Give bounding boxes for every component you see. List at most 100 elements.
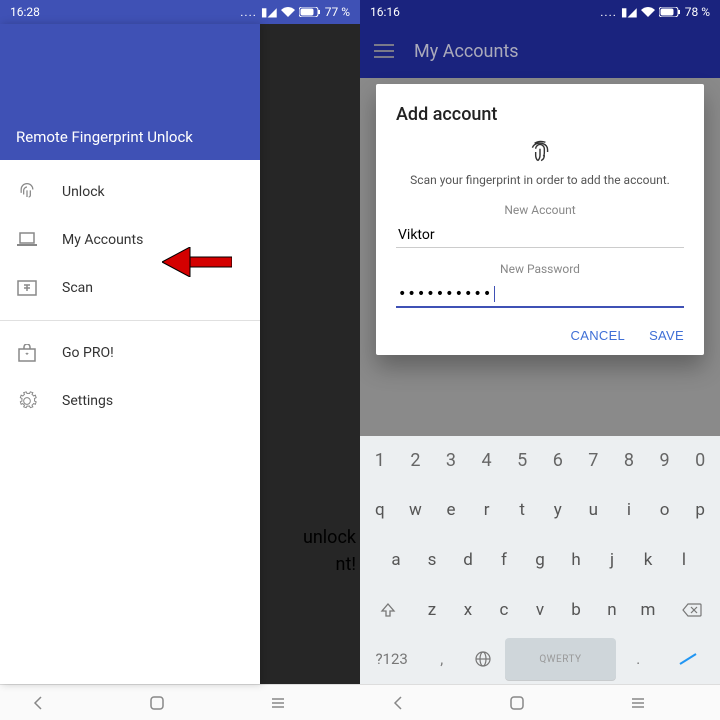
laptop-icon — [16, 229, 38, 251]
key-n[interactable]: n — [596, 589, 628, 631]
nav-home[interactable] — [510, 696, 570, 710]
app-title: Remote Fingerprint Unlock — [16, 128, 193, 146]
battery-icon — [299, 7, 321, 17]
nav-back[interactable] — [30, 695, 90, 711]
space-key[interactable]: QWERTY — [505, 638, 616, 680]
battery-icon — [659, 7, 681, 17]
wifi-icon — [641, 7, 655, 17]
menu-label: My Accounts — [62, 232, 143, 248]
status-icons: .... ▮◢ 77 % — [240, 5, 350, 19]
menu-label: Settings — [62, 393, 113, 409]
status-time: 16:28 — [10, 5, 40, 19]
key-k[interactable]: k — [632, 539, 664, 581]
key-6[interactable]: 6 — [542, 440, 574, 482]
password-label: New Password — [396, 262, 684, 276]
key-d[interactable]: d — [452, 539, 484, 581]
menu-item-go-pro[interactable]: Go PRO! — [0, 329, 260, 377]
key-q[interactable]: q — [364, 490, 396, 532]
key-g[interactable]: g — [524, 539, 556, 581]
shop-icon — [16, 342, 38, 364]
phone-left: 16:28 .... ▮◢ 77 % Remote Fingerprint Un… — [0, 0, 360, 720]
key-j[interactable]: j — [596, 539, 628, 581]
status-icons: .... ▮◢ 78 % — [600, 5, 710, 19]
hamburger-icon[interactable] — [374, 44, 394, 58]
account-label: New Account — [396, 203, 684, 217]
drawer-header: Remote Fingerprint Unlock — [0, 24, 260, 160]
period-key[interactable]: . — [620, 638, 657, 680]
save-button[interactable]: SAVE — [649, 328, 684, 343]
background-text: unlock nt! — [270, 524, 360, 578]
menu-label: Go PRO! — [62, 345, 114, 361]
key-r[interactable]: r — [471, 490, 503, 532]
symbol-key[interactable]: ?123 — [364, 638, 419, 680]
scan-icon — [16, 277, 38, 299]
key-c[interactable]: c — [488, 589, 520, 631]
key-0[interactable]: 0 — [684, 440, 716, 482]
gear-icon — [16, 390, 38, 412]
key-x[interactable]: x — [452, 589, 484, 631]
content-scrim: Add account Scan your fingerprint in ord… — [360, 78, 720, 436]
key-e[interactable]: e — [435, 490, 467, 532]
key-z[interactable]: z — [416, 589, 448, 631]
key-a[interactable]: a — [380, 539, 412, 581]
menu-item-settings[interactable]: Settings — [0, 377, 260, 425]
status-bar: 16:28 .... ▮◢ 77 % — [0, 0, 360, 24]
nav-home[interactable] — [150, 696, 210, 710]
key-i[interactable]: i — [613, 490, 645, 532]
key-o[interactable]: o — [649, 490, 681, 532]
backspace-key[interactable] — [668, 589, 716, 631]
key-1[interactable]: 1 — [364, 440, 396, 482]
comma-key[interactable]: , — [423, 638, 460, 680]
shift-key[interactable] — [364, 589, 412, 631]
sys-navbar — [360, 684, 720, 720]
key-7[interactable]: 7 — [578, 440, 610, 482]
key-9[interactable]: 9 — [649, 440, 681, 482]
key-w[interactable]: w — [400, 490, 432, 532]
key-h[interactable]: h — [560, 539, 592, 581]
key-b[interactable]: b — [560, 589, 592, 631]
fingerprint-icon — [396, 139, 684, 165]
status-time: 16:16 — [370, 5, 400, 19]
password-input[interactable]: •••••••••• — [396, 282, 684, 308]
status-bar: 16:16 .... ▮◢ 78 % — [360, 0, 720, 24]
annotation-arrow — [162, 247, 232, 277]
dialog-title: Add account — [396, 104, 684, 125]
menu-item-unlock[interactable]: Unlock — [0, 168, 260, 216]
key-t[interactable]: t — [506, 490, 538, 532]
key-s[interactable]: s — [416, 539, 448, 581]
wifi-icon — [281, 7, 295, 17]
add-account-dialog: Add account Scan your fingerprint in ord… — [376, 84, 704, 355]
key-m[interactable]: m — [632, 589, 664, 631]
key-y[interactable]: y — [542, 490, 574, 532]
key-u[interactable]: u — [578, 490, 610, 532]
key-l[interactable]: l — [668, 539, 700, 581]
key-8[interactable]: 8 — [613, 440, 645, 482]
globe-key[interactable] — [464, 638, 501, 680]
sys-navbar — [0, 684, 360, 720]
nav-recents[interactable] — [630, 697, 690, 709]
battery-pct: 78 % — [685, 5, 710, 19]
menu-divider — [0, 320, 260, 321]
cancel-button[interactable]: CANCEL — [571, 328, 626, 343]
menu-label: Scan — [62, 280, 93, 296]
enter-key[interactable] — [661, 638, 716, 680]
toolbar-title: My Accounts — [414, 41, 519, 62]
phone-right: 16:16 .... ▮◢ 78 % My Accounts Add acc — [360, 0, 720, 720]
key-3[interactable]: 3 — [435, 440, 467, 482]
key-2[interactable]: 2 — [400, 440, 432, 482]
signal-icon: ▮◢ — [621, 5, 637, 19]
key-4[interactable]: 4 — [471, 440, 503, 482]
menu-label: Unlock — [62, 184, 105, 200]
account-input[interactable]: Viktor — [396, 223, 684, 248]
keyboard[interactable]: 1234567890 qwertyuiop asdfghjkl zxcvbnm … — [360, 436, 720, 684]
dialog-subtitle: Scan your fingerprint in order to add th… — [396, 173, 684, 187]
key-f[interactable]: f — [488, 539, 520, 581]
nav-back[interactable] — [390, 695, 450, 711]
key-p[interactable]: p — [684, 490, 716, 532]
key-5[interactable]: 5 — [506, 440, 538, 482]
drawer-scrim[interactable]: unlock nt! — [260, 24, 360, 684]
key-v[interactable]: v — [524, 589, 556, 631]
navigation-drawer: Remote Fingerprint Unlock Unlock My Acco… — [0, 24, 260, 684]
fingerprint-icon — [16, 181, 38, 203]
nav-recents[interactable] — [270, 697, 330, 709]
